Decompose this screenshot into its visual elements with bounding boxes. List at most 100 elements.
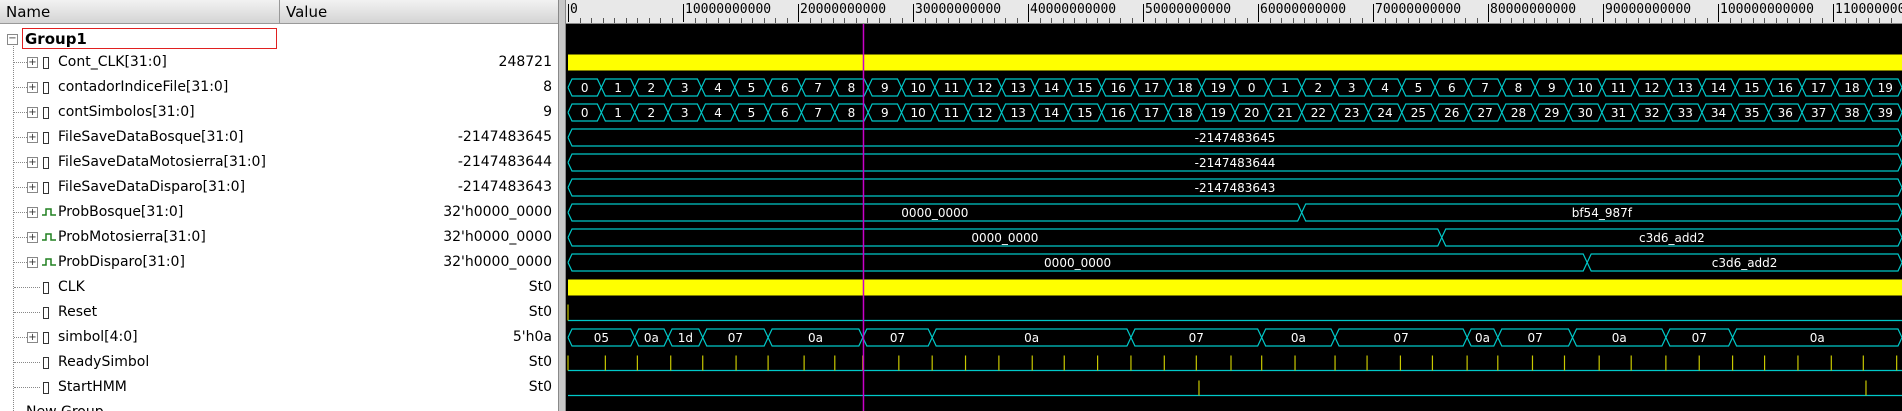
ruler-minor-tick xyxy=(1810,18,1811,23)
time-ruler[interactable]: 0 10000000000 20000000000 30000000000 400000… xyxy=(566,0,1902,24)
signal-row[interactable]: StartHMM St0 xyxy=(0,375,558,400)
tree-branch xyxy=(14,187,27,188)
signal-name: ProbBosque[31:0] xyxy=(58,204,184,220)
bus-value-label: 8 xyxy=(848,106,856,120)
bus-value-label: 37 xyxy=(1811,106,1826,120)
ruler-minor-tick xyxy=(1131,18,1133,23)
waveform-canvas[interactable]: 0 1 2 3 4 5 6 7 8 9 10 11 12 13 14 15 16 17 18 19 0 1 2 3 4 5 6 7 8 9… xyxy=(566,0,1902,411)
ruler-label: 70000000000 xyxy=(1375,2,1462,17)
bus-value-label: 14 xyxy=(1044,81,1059,95)
tree-branch xyxy=(14,287,40,288)
signal-icon xyxy=(43,107,49,119)
signal-row[interactable]: ReadySimbol St0 xyxy=(0,350,558,375)
signal-row[interactable]: + simbol[4:0] 5'h0a xyxy=(0,325,558,350)
signal-name: FileSaveDataDisparo[31:0] xyxy=(58,179,246,195)
expand-signal-icon[interactable]: + xyxy=(27,232,38,243)
name-column-header[interactable]: Name xyxy=(0,0,280,24)
clock-waveform xyxy=(568,54,1902,71)
bus-value-label: 2 xyxy=(1315,81,1323,95)
ruler-minor-tick xyxy=(1879,18,1880,23)
ruler-minor-tick xyxy=(1557,18,1558,23)
ruler-minor-tick xyxy=(1775,18,1777,23)
bus-value-label: 15 xyxy=(1744,81,1759,95)
ruler-minor-tick xyxy=(1292,18,1294,23)
signal-icon xyxy=(43,332,49,344)
signal-row[interactable]: + FileSaveDataBosque[31:0] -2147483645 xyxy=(0,125,558,150)
bus-value-label: 16 xyxy=(1111,106,1126,120)
group-name[interactable]: Group1 xyxy=(22,28,277,49)
bus-value-label: 0000_0000 xyxy=(901,206,968,220)
expand-signal-icon[interactable]: + xyxy=(27,57,38,68)
expand-signal-icon[interactable]: + xyxy=(27,157,38,168)
waveform-pane[interactable]: 0 1 2 3 4 5 6 7 8 9 10 11 12 13 14 15 16 17 18 19 0 1 2 3 4 5 6 7 8 9… xyxy=(566,0,1902,411)
ruler-minor-tick xyxy=(637,18,638,23)
tree-branch xyxy=(14,237,27,238)
bus-value-label: -2147483644 xyxy=(1195,156,1276,170)
ruler-minor-tick xyxy=(1787,18,1788,23)
bus-value-label: 16 xyxy=(1111,81,1126,95)
bus-value-label: 38 xyxy=(1844,106,1859,120)
bus-value-label: 33 xyxy=(1678,106,1693,120)
ruler-minor-tick xyxy=(625,18,627,23)
expand-signal-icon[interactable]: + xyxy=(27,332,38,343)
bus-value-label: 7 xyxy=(814,106,822,120)
expand-signal-icon[interactable]: + xyxy=(27,257,38,268)
signal-value: 32'h0000_0000 xyxy=(443,229,552,245)
expand-signal-icon[interactable]: + xyxy=(27,82,38,93)
ruler-label: 0 xyxy=(570,2,578,17)
signal-row[interactable]: + contSimbolos[31:0] 9 xyxy=(0,100,558,125)
analog-wave-icon xyxy=(42,233,56,241)
bus-value-label: 35 xyxy=(1744,106,1759,120)
ruler-minor-tick xyxy=(1522,18,1524,23)
ruler-minor-tick xyxy=(671,18,673,23)
signal-row[interactable]: + ProbBosque[31:0] 32'h0000_0000 xyxy=(0,200,558,225)
ruler-major-tick xyxy=(568,4,569,22)
signal-row[interactable]: + ProbMotosierra[31:0] 32'h0000_0000 xyxy=(0,225,558,250)
signal-row[interactable]: + contadorIndiceFile[31:0] 8 xyxy=(0,75,558,100)
signal-row[interactable]: + ProbDisparo[31:0] 32'h0000_0000 xyxy=(0,250,558,275)
bus-value-label: -2147483645 xyxy=(1195,131,1276,145)
bus-value-label: 15 xyxy=(1077,81,1092,95)
bus-value-label: 0a xyxy=(808,331,823,345)
signal-row[interactable]: + FileSaveDataDisparo[31:0] -2147483643 xyxy=(0,175,558,200)
bus-value-label: 8 xyxy=(848,81,856,95)
ruler-minor-tick xyxy=(1281,18,1282,23)
signal-name: contSimbolos[31:0] xyxy=(58,104,195,120)
expand-signal-icon[interactable]: + xyxy=(27,107,38,118)
signal-icon xyxy=(43,82,49,94)
bus-value-label: 7 xyxy=(814,81,822,95)
signal-row[interactable]: Reset St0 xyxy=(0,300,558,325)
ruler-label: 60000000000 xyxy=(1260,2,1347,17)
value-column-header[interactable]: Value xyxy=(280,0,558,24)
ruler-minor-tick xyxy=(924,18,926,23)
signal-name: CLK xyxy=(58,279,85,295)
group-collapse-toggle[interactable]: − xyxy=(7,34,18,45)
signal-name: FileSaveDataBosque[31:0] xyxy=(58,129,244,145)
ruler-minor-tick xyxy=(786,18,788,23)
bus-value-label: 07 xyxy=(728,331,743,345)
signal-row[interactable]: + Cont_CLK[31:0] 248721 xyxy=(0,50,558,75)
ruler-minor-tick xyxy=(740,18,742,23)
bus-value-label: 6 xyxy=(1448,81,1456,95)
ruler-minor-tick xyxy=(1695,18,1696,23)
bus-value-label: 12 xyxy=(1644,81,1659,95)
signal-name: ProbMotosierra[31:0] xyxy=(58,229,206,245)
signal-row[interactable]: + FileSaveDataMotosierra[31:0] -2147483644 xyxy=(0,150,558,175)
tree-branch xyxy=(14,162,27,163)
bus-value-label: 0 xyxy=(581,81,589,95)
signal-row[interactable]: CLK St0 xyxy=(0,275,558,300)
pane-splitter[interactable] xyxy=(558,0,566,411)
bus-value-label: 26 xyxy=(1444,106,1459,120)
signal-value: 9 xyxy=(543,104,552,120)
expand-signal-icon[interactable]: + xyxy=(27,207,38,218)
new-group-row[interactable]: New Group xyxy=(0,400,558,411)
signal-name: Reset xyxy=(58,304,98,320)
bus-value-label: 07 xyxy=(890,331,905,345)
ruler-minor-tick xyxy=(1741,18,1742,23)
ruler-minor-tick xyxy=(1200,18,1202,23)
expand-signal-icon[interactable]: + xyxy=(27,132,38,143)
bus-value-label: 0000_0000 xyxy=(971,231,1038,245)
expand-signal-icon[interactable]: + xyxy=(27,182,38,193)
bus-value-label: 7 xyxy=(1481,81,1489,95)
bus-value-label: 28 xyxy=(1511,106,1526,120)
